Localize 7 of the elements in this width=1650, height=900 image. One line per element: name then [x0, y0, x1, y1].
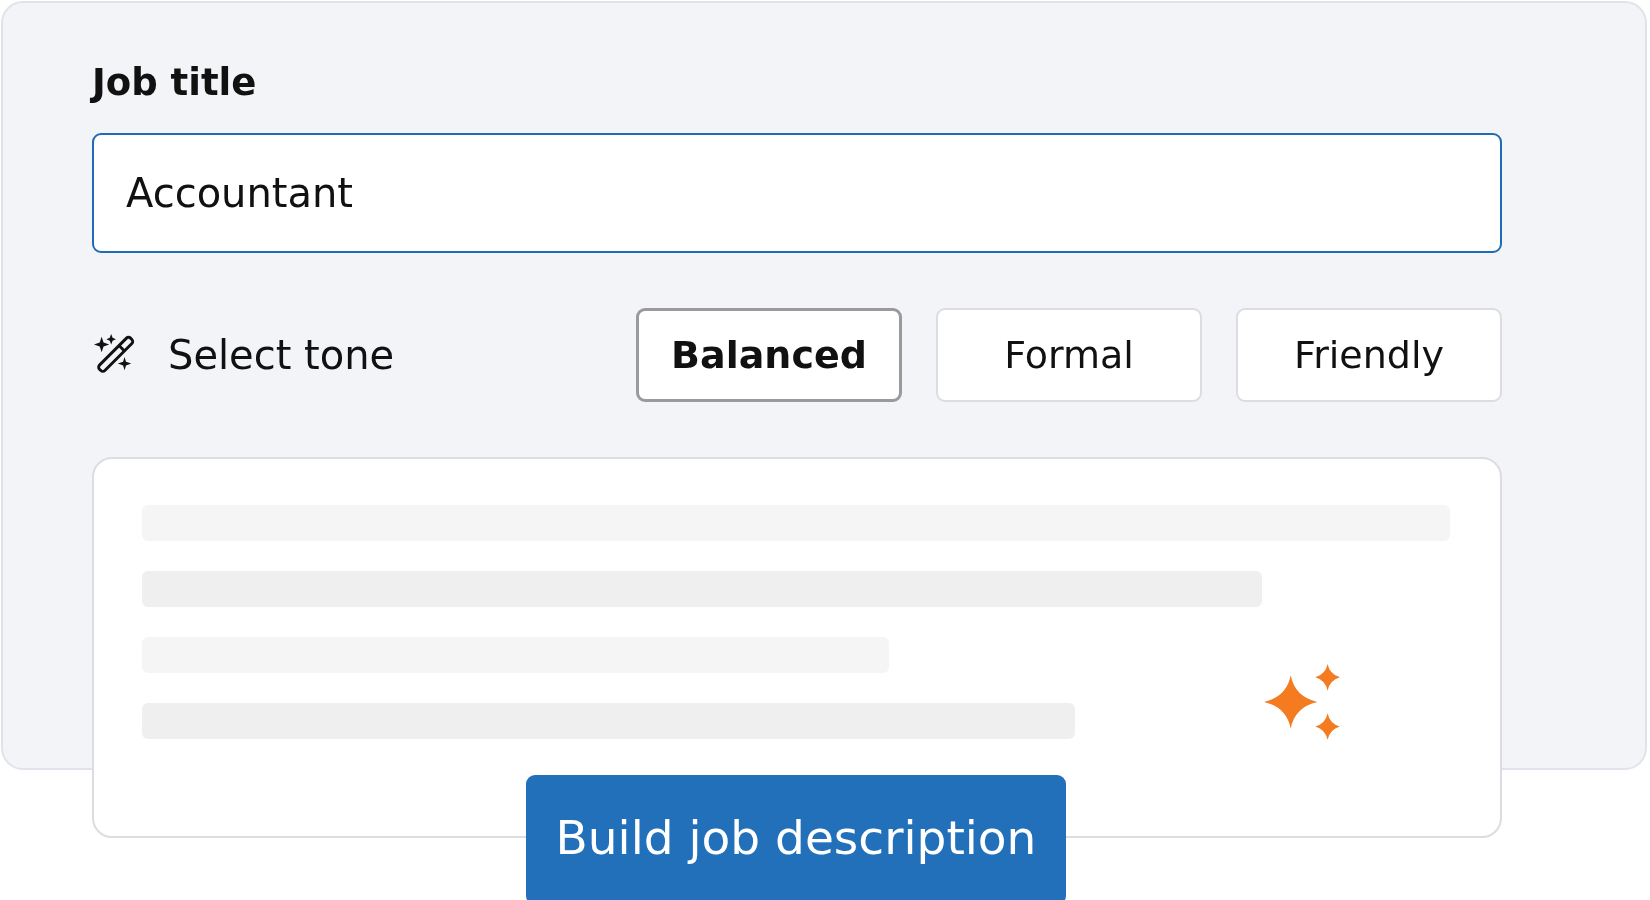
- field-label: Job title: [92, 61, 258, 106]
- build-button[interactable]: Build job description: [526, 775, 1066, 900]
- tone-option[interactable]: Balanced: [636, 308, 902, 402]
- job-title-field[interactable]: Accountant: [92, 133, 1502, 253]
- tone-label: Select tone: [168, 332, 395, 378]
- tone-option[interactable]: Friendly: [1236, 308, 1502, 402]
- tone-option[interactable]: Formal: [936, 308, 1202, 402]
